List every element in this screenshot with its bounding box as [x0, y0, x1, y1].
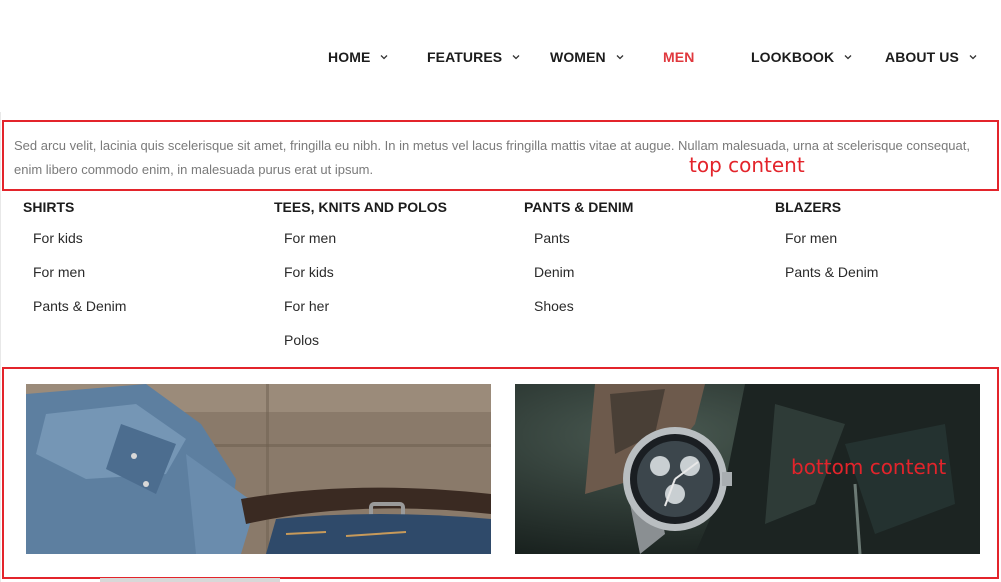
- top-content-text: Sed arcu velit, lacinia quis scelerisque…: [14, 138, 970, 177]
- nav-features-label: FEATURES: [427, 49, 503, 65]
- nav-women-label: WOMEN: [550, 49, 606, 65]
- menu-column-tees: TEES, KNITS AND POLOS For men For kids F…: [274, 198, 514, 365]
- menu-link[interactable]: Denim: [534, 263, 764, 297]
- menu-link[interactable]: For men: [33, 263, 263, 297]
- menu-link[interactable]: Polos: [284, 331, 514, 365]
- bottom-content-annotation: bottom content: [791, 455, 947, 479]
- column-title[interactable]: PANTS & DENIM: [524, 198, 764, 216]
- nav-about-us-label: ABOUT US: [885, 49, 959, 65]
- nav-home[interactable]: HOME: [328, 47, 389, 67]
- chevron-down-icon: [968, 52, 978, 62]
- chevron-down-icon: [615, 52, 625, 62]
- menu-link[interactable]: For men: [284, 229, 514, 263]
- nav-men-label: MEN: [663, 49, 695, 65]
- chevron-down-icon: [379, 52, 389, 62]
- menu-link[interactable]: Pants & Denim: [33, 297, 263, 331]
- column-title[interactable]: BLAZERS: [775, 198, 1001, 216]
- nav-lookbook[interactable]: LOOKBOOK: [751, 47, 853, 67]
- nav-features[interactable]: FEATURES: [427, 47, 521, 67]
- top-content-annotation: top content: [689, 153, 805, 177]
- menu-link[interactable]: For kids: [284, 263, 514, 297]
- menu-column-blazers: BLAZERS For men Pants & Denim: [775, 198, 1001, 297]
- menu-link[interactable]: Pants & Denim: [785, 263, 1001, 297]
- menu-link[interactable]: Pants: [534, 229, 764, 263]
- nav-home-label: HOME: [328, 49, 371, 65]
- mega-menu: Sed arcu velit, lacinia quis scelerisque…: [0, 112, 1001, 582]
- nav-men[interactable]: MEN: [663, 47, 694, 67]
- menu-column-pants-denim: PANTS & DENIM Pants Denim Shoes: [524, 198, 764, 331]
- menu-link[interactable]: Shoes: [534, 297, 764, 331]
- nav-women[interactable]: WOMEN: [550, 47, 625, 67]
- denim-shirt-belt-image[interactable]: [26, 384, 491, 554]
- menu-columns: SHIRTS For kids For men Pants & Denim TE…: [1, 198, 1001, 358]
- menu-link[interactable]: For kids: [33, 229, 263, 263]
- chevron-down-icon: [511, 52, 521, 62]
- chevron-down-icon: [843, 52, 853, 62]
- menu-link[interactable]: For her: [284, 297, 514, 331]
- menu-link[interactable]: For men: [785, 229, 1001, 263]
- nav-lookbook-label: LOOKBOOK: [751, 49, 835, 65]
- top-content-box: Sed arcu velit, lacinia quis scelerisque…: [2, 120, 999, 191]
- nav-about-us[interactable]: ABOUT US: [885, 47, 978, 67]
- menu-column-shirts: SHIRTS For kids For men Pants & Denim: [23, 198, 263, 331]
- divider: [100, 578, 280, 582]
- column-title[interactable]: TEES, KNITS AND POLOS: [274, 198, 514, 216]
- main-nav: HOME FEATURES WOMEN MEN LOOKBOOK ABOUT U…: [0, 0, 1001, 112]
- column-title[interactable]: SHIRTS: [23, 198, 263, 216]
- bottom-content-box: bottom content: [2, 367, 999, 579]
